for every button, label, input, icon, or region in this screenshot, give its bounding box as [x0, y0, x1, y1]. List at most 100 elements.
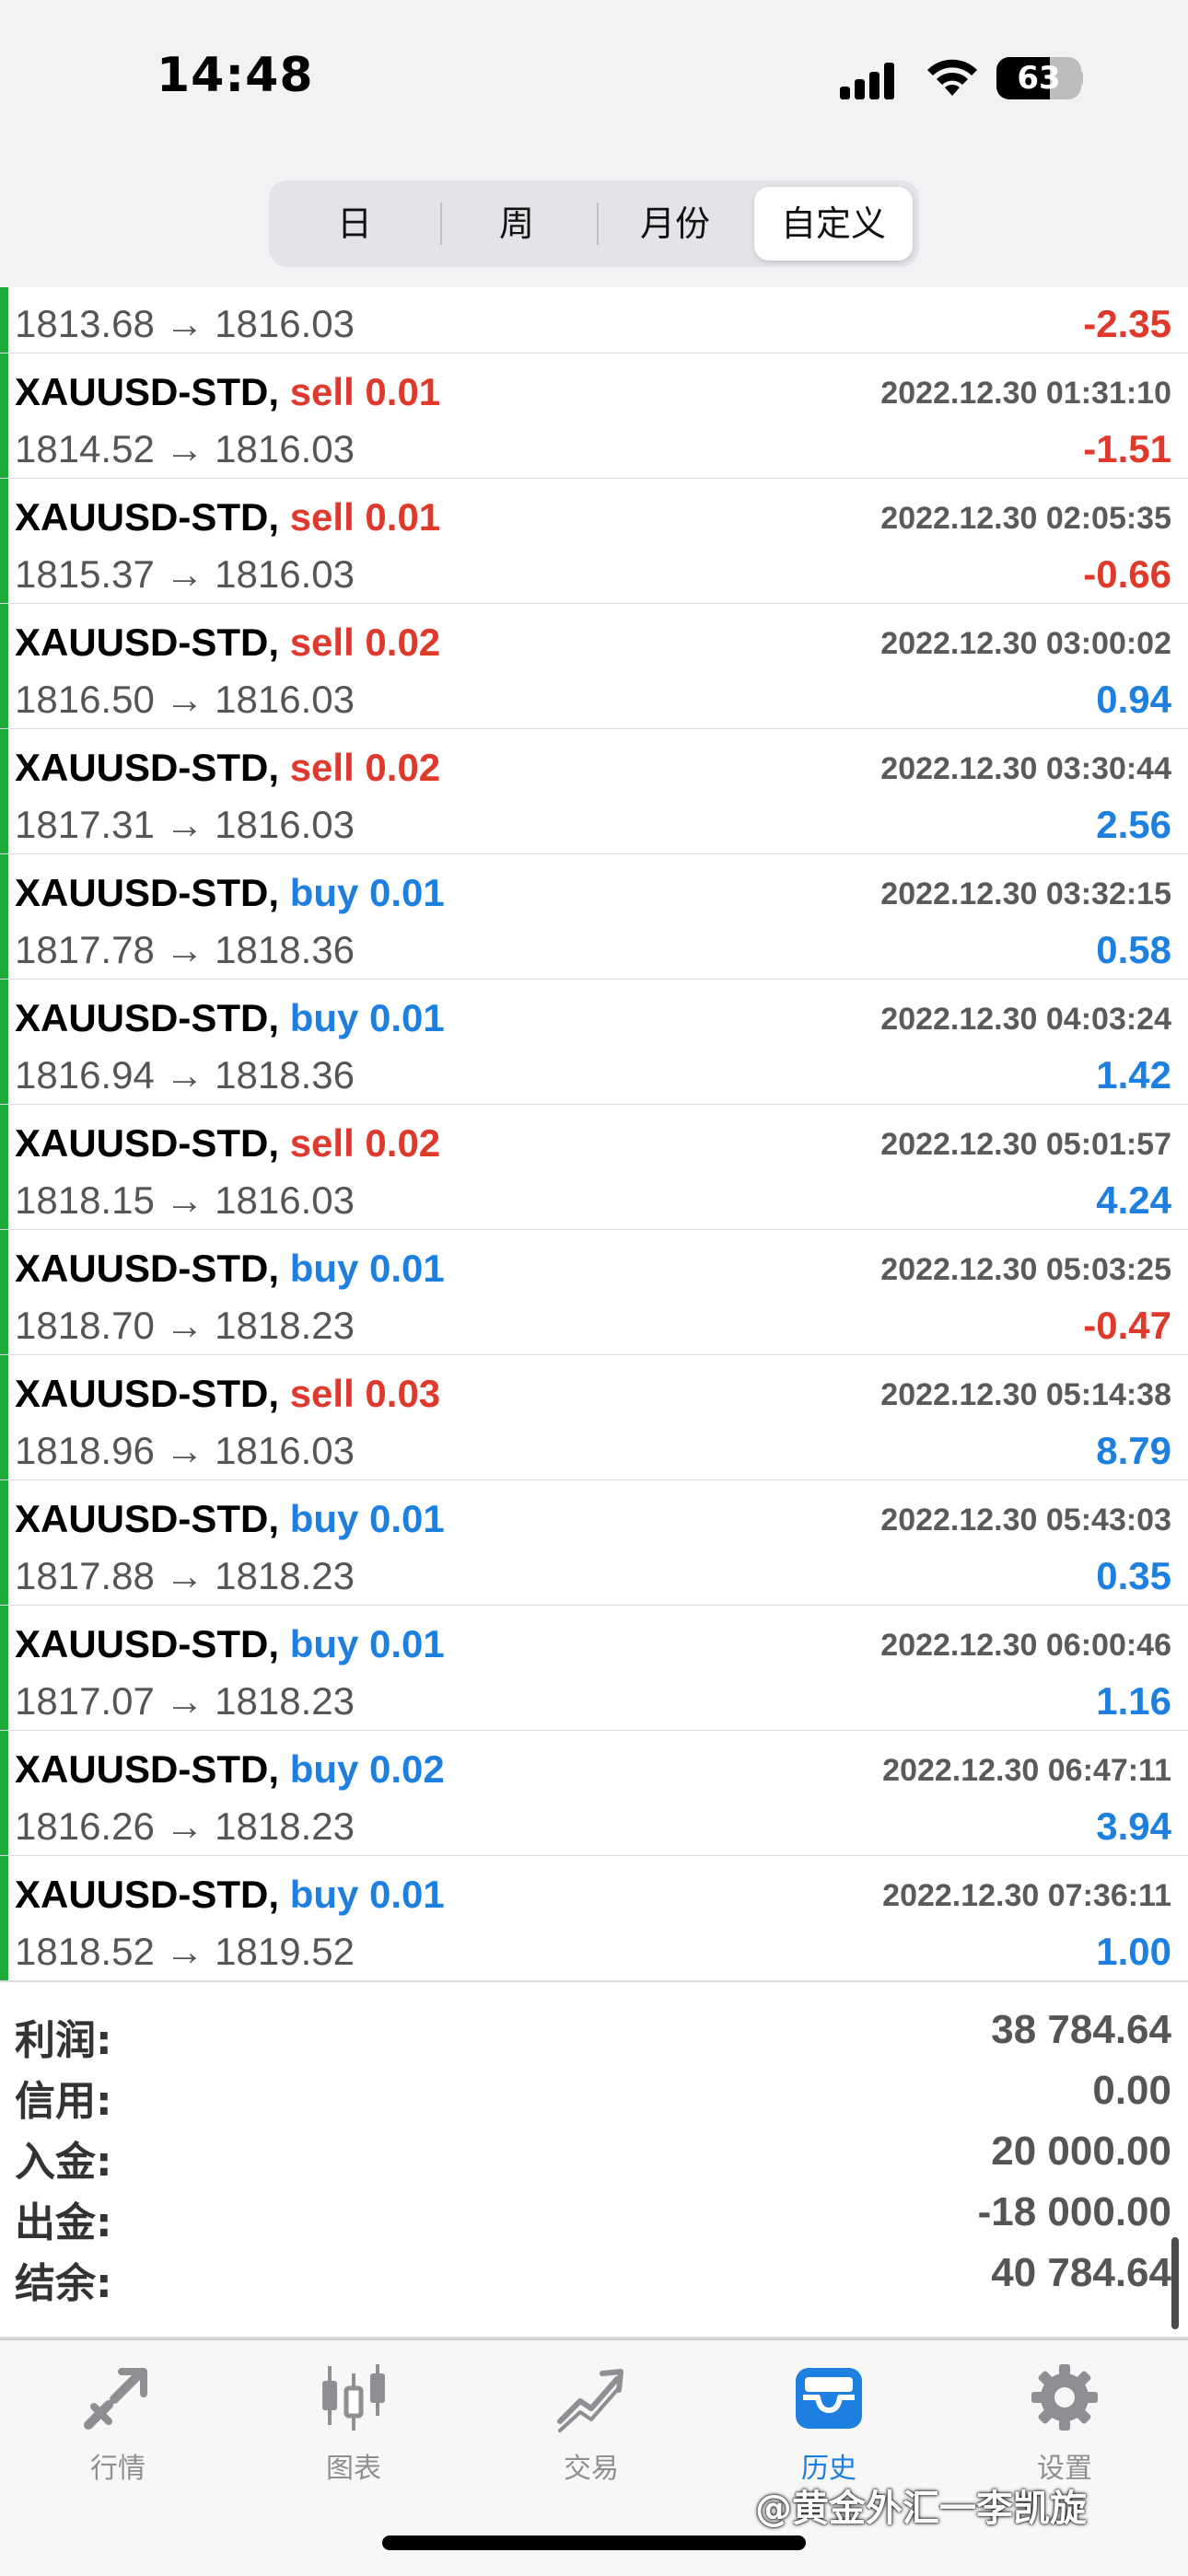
trade-row[interactable]: XAUUSD-STD, buy 0.01 2022.12.30 05:43:03 1… — [0, 1480, 1188, 1607]
chart-icon — [322, 2364, 385, 2431]
trade-symbol: XAUUSD-STD, — [15, 871, 280, 914]
trade-row[interactable]: XAUUSD-STD, buy 0.01 2022.12.30 04:03:24 1… — [0, 980, 1188, 1106]
battery-percent: 63 — [1017, 60, 1061, 97]
trade-datetime: 2022.12.30 07:36:11 — [882, 1878, 1171, 1913]
trade-datetime: 2022.12.30 01:31:10 — [880, 376, 1171, 411]
summary-label: 出金: — [15, 2199, 112, 2246]
trade-datetime: 2022.12.30 06:00:46 — [880, 1628, 1171, 1663]
trade-history-list[interactable]: XAUUSD-STD, sell 0.012022.12.30 01:29:31… — [0, 287, 1188, 2000]
trade-title: XAUUSD-STD, sell 0.01 — [15, 287, 440, 289]
trade-profit: 3.94 — [1096, 1804, 1171, 1848]
trade-row[interactable]: XAUUSD-STD, sell 0.02 2022.12.30 03:30:44… — [0, 729, 1188, 855]
trade-prices: 1818.70 → 1818.23 — [15, 1304, 355, 1347]
trade-side-volume: sell 0.01 — [290, 287, 440, 288]
trade-profit: 1.00 — [1096, 1930, 1171, 1973]
trade-prices: 1816.94 → 1818.36 — [15, 1053, 355, 1097]
trade-symbol: XAUUSD-STD, — [15, 996, 280, 1039]
trade-row[interactable]: XAUUSD-STD, sell 0.03 2022.12.30 05:14:38… — [0, 1355, 1188, 1481]
trade-symbol: XAUUSD-STD, — [15, 1747, 280, 1791]
trade-profit: 2.56 — [1096, 803, 1171, 846]
trade-title: XAUUSD-STD, sell 0.03 — [15, 1372, 440, 1416]
trade-side-volume: sell 0.02 — [289, 746, 441, 789]
summary-value: 0.00 — [1092, 2068, 1171, 2113]
open-indicator-bar — [0, 287, 8, 353]
summary-value: 20 000.00 — [991, 2129, 1171, 2174]
trade-prices: 1815.37 → 1816.03 — [15, 552, 355, 596]
trade-datetime: 2022.12.30 03:00:02 — [880, 626, 1171, 661]
scroll-indicator[interactable] — [1171, 2237, 1179, 2329]
trade-row[interactable]: XAUUSD-STD, buy 0.01 2022.12.30 03:32:15 1… — [0, 854, 1188, 981]
status-bar: 14:48 63 — [0, 0, 1188, 157]
trade-side-volume: buy 0.01 — [289, 871, 445, 914]
trade-title: XAUUSD-STD, sell 0.01 — [15, 495, 440, 540]
trade-prices: 1817.88 → 1818.23 — [15, 1554, 355, 1597]
open-indicator-bar — [0, 479, 8, 603]
trade-prices: 1817.07 → 1818.23 — [15, 1679, 355, 1723]
open-indicator-bar — [0, 1355, 8, 1479]
summary-deposit-row: 入金: 20 000.00 — [0, 2121, 1188, 2186]
segment-day[interactable]: 日 — [275, 187, 434, 261]
trade-profit: 1.42 — [1096, 1053, 1171, 1097]
history-icon — [796, 2368, 862, 2429]
summary-value: 40 784.64 — [991, 2250, 1171, 2295]
trade-row[interactable]: XAUUSD-STD, sell 0.012022.12.30 01:29:31… — [0, 287, 1188, 354]
segment-week[interactable]: 周 — [437, 187, 596, 261]
trade-datetime: 2022.12.30 05:14:38 — [880, 1377, 1171, 1412]
cellular-signal-icon — [840, 61, 906, 99]
trade-symbol: XAUUSD-STD, — [15, 1372, 280, 1415]
tab-quotes[interactable]: 行情 — [44, 2361, 192, 2499]
trade-prices: 1816.26 → 1818.23 — [15, 1804, 355, 1848]
trade-row[interactable]: XAUUSD-STD, buy 0.01 2022.12.30 07:36:11 1… — [0, 1856, 1188, 1982]
trade-title: XAUUSD-STD, buy 0.01 — [15, 1622, 445, 1666]
trade-row[interactable]: XAUUSD-STD, buy 0.01 2022.12.30 05:03:25 1… — [0, 1230, 1188, 1356]
trade-prices: 1818.15 → 1816.03 — [15, 1178, 355, 1222]
trade-row[interactable]: XAUUSD-STD, buy 0.02 2022.12.30 06:47:11 1… — [0, 1731, 1188, 1857]
summary-credit-row: 信用: 0.00 — [0, 2060, 1188, 2125]
trade-row[interactable]: XAUUSD-STD, sell 0.01 2022.12.30 01:31:10… — [0, 354, 1188, 480]
trade-side-volume: sell 0.03 — [289, 1372, 441, 1415]
period-segmented-control: 日 周 月份 自定义 — [269, 180, 919, 267]
tab-trade[interactable]: 交易 — [518, 2361, 665, 2499]
open-indicator-bar — [0, 1731, 8, 1855]
trade-title: XAUUSD-STD, buy 0.01 — [15, 996, 445, 1040]
trade-profit: 4.24 — [1096, 1178, 1171, 1222]
trade-title: XAUUSD-STD, sell 0.02 — [15, 1121, 440, 1166]
trade-prices: 1818.96 → 1816.03 — [15, 1429, 355, 1472]
trade-symbol: XAUUSD-STD, — [15, 1497, 280, 1540]
segment-custom[interactable]: 自定义 — [754, 187, 913, 261]
trade-datetime: 2022.12.30 05:01:57 — [880, 1127, 1171, 1162]
trade-title: XAUUSD-STD, buy 0.01 — [15, 871, 445, 915]
quotes-icon — [84, 2368, 147, 2430]
summary-profit-row: 利润: 38 784.64 — [0, 2000, 1188, 2064]
battery-icon: 63 — [996, 57, 1081, 99]
trade-row[interactable]: XAUUSD-STD, sell 0.02 2022.12.30 05:01:57… — [0, 1105, 1188, 1231]
trade-title: XAUUSD-STD, buy 0.01 — [15, 1873, 445, 1917]
open-indicator-bar — [0, 1230, 8, 1354]
trade-symbol: XAUUSD-STD, — [15, 1121, 280, 1165]
trade-prices: 1817.31 → 1816.03 — [15, 803, 355, 846]
trade-title: XAUUSD-STD, sell 0.02 — [15, 746, 440, 790]
trade-icon — [557, 2369, 623, 2432]
open-indicator-bar — [0, 604, 8, 728]
trade-row[interactable]: XAUUSD-STD, sell 0.02 2022.12.30 03:00:02… — [0, 604, 1188, 730]
trade-title: XAUUSD-STD, buy 0.01 — [15, 1497, 445, 1541]
trade-title: XAUUSD-STD, buy 0.01 — [15, 1247, 445, 1291]
open-indicator-bar — [0, 1480, 8, 1605]
trade-datetime: 2022.12.30 06:47:11 — [882, 1753, 1171, 1788]
trade-profit: -1.51 — [1083, 427, 1171, 470]
tab-label: 图表 — [326, 2453, 381, 2485]
summary-value: 38 784.64 — [991, 2007, 1171, 2052]
open-indicator-bar — [0, 854, 8, 979]
trade-row[interactable]: XAUUSD-STD, sell 0.01 2022.12.30 02:05:35… — [0, 479, 1188, 605]
summary-label: 利润: — [15, 2017, 112, 2064]
trade-row[interactable]: XAUUSD-STD, buy 0.01 2022.12.30 06:00:46 1… — [0, 1606, 1188, 1732]
trade-side-volume: buy 0.01 — [289, 1247, 445, 1290]
trade-symbol: XAUUSD-STD, — [15, 1622, 280, 1665]
segment-month[interactable]: 月份 — [596, 187, 754, 261]
home-indicator[interactable] — [382, 2535, 806, 2550]
tab-chart[interactable]: 图表 — [280, 2361, 427, 2499]
trade-side-volume: sell 0.02 — [289, 621, 441, 664]
trade-profit: 0.35 — [1096, 1554, 1171, 1597]
trade-prices: 1813.68 → 1816.03 — [15, 302, 355, 345]
trade-symbol: XAUUSD-STD, — [15, 621, 280, 664]
